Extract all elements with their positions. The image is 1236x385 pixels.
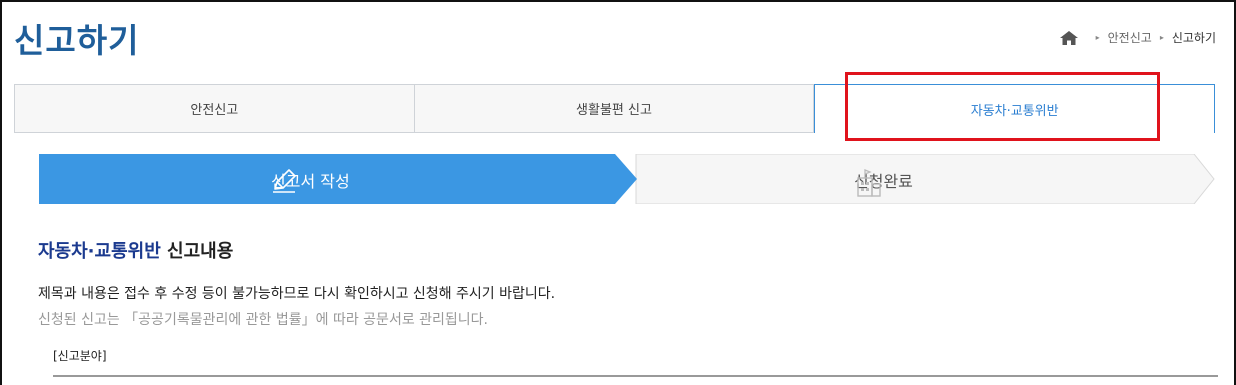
step-write-report: 신고서 작성 xyxy=(271,168,350,193)
building-icon xyxy=(857,169,881,197)
steps-background xyxy=(39,154,1215,204)
report-category-label: [신고분야] xyxy=(53,349,107,363)
breadcrumb: ▸ 안전신고 ▸ 신고하기 xyxy=(1059,29,1216,46)
section-title-suffix: 신고내용 xyxy=(160,241,234,262)
progress-steps: 신고서 작성 신청완료 xyxy=(39,154,1215,204)
tab-vehicle-traffic-violation[interactable]: 자동차·교통위반 xyxy=(814,84,1216,133)
step-complete: 신청완료 xyxy=(854,168,913,197)
report-type-tabs: 안전신고 생활불편 신고 자동차·교통위반 xyxy=(14,84,1216,133)
tab-safety-report[interactable]: 안전신고 xyxy=(14,84,415,133)
section-title-category: 자동차·교통위반 xyxy=(38,241,161,262)
tab-living-inconvenience[interactable]: 생활불편 신고 xyxy=(414,84,815,133)
notice-text: 제목과 내용은 접수 후 수정 등이 불가능하므로 다시 확인하시고 신청해 주… xyxy=(38,286,556,302)
breadcrumb-item-current: 신고하기 xyxy=(1171,31,1216,45)
section-title: 자동차·교통위반 신고내용 xyxy=(38,237,233,263)
notice-subtext: 신청된 신고는 「공공기록물관리에 관한 법률」에 따라 공문서로 관리됩니다. xyxy=(38,312,488,328)
breadcrumb-item-safety-report[interactable]: 안전신고 xyxy=(1108,29,1152,46)
divider xyxy=(53,375,1218,377)
breadcrumb-separator-icon: ▸ xyxy=(1159,33,1164,42)
home-icon[interactable] xyxy=(1059,30,1078,45)
pencil-icon xyxy=(273,169,296,193)
page-title: 신고하기 xyxy=(14,21,140,60)
breadcrumb-separator-icon: ▸ xyxy=(1095,33,1100,42)
